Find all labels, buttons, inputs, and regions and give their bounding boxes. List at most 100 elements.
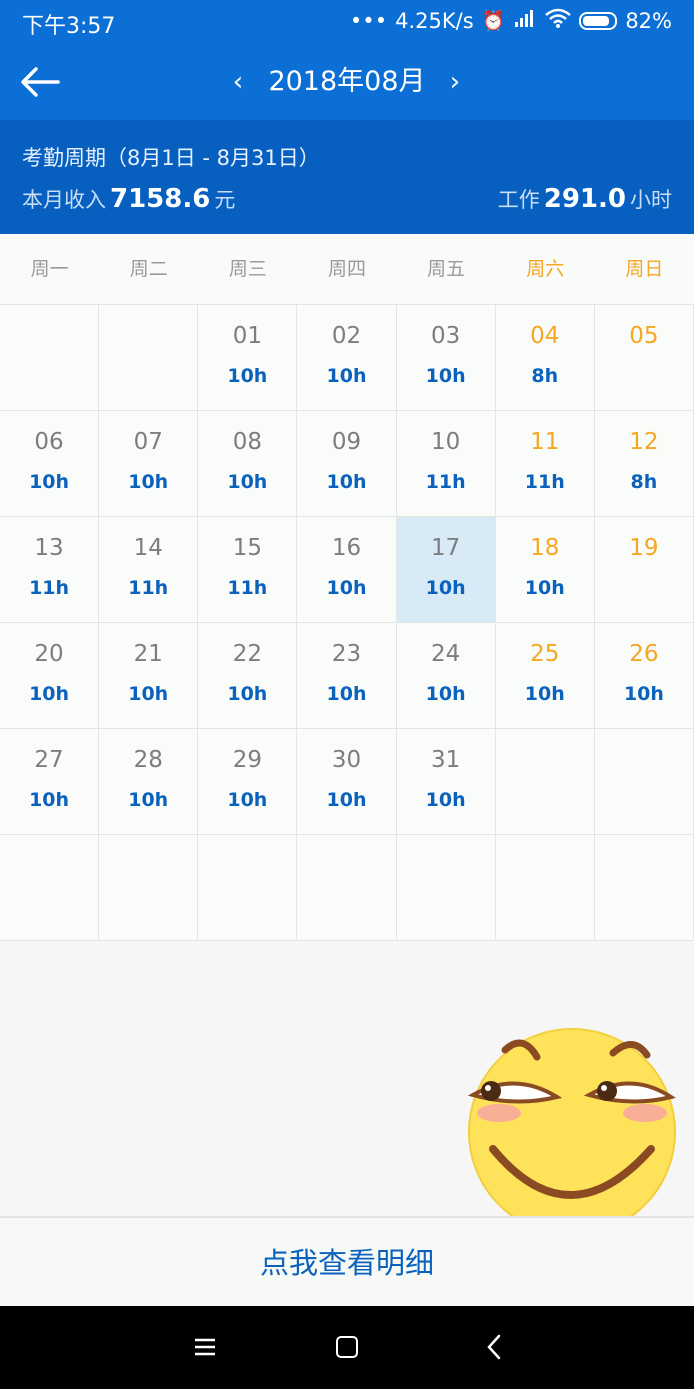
calendar-day-10[interactable]: 10 11h	[396, 411, 496, 517]
month-title: 2018年08月	[268, 66, 426, 97]
day-number: 08	[232, 429, 262, 455]
day-number: 16	[331, 535, 362, 561]
calendar-day-05[interactable]: 05	[594, 305, 694, 411]
calendar-day-23[interactable]: 23 10h	[297, 623, 397, 729]
weekday-label: 周日	[625, 258, 664, 280]
weekday-label: 周三	[228, 258, 267, 280]
calendar-day-28[interactable]: 28 10h	[99, 729, 199, 835]
status-dots: •••	[349, 8, 388, 33]
calendar-day-17[interactable]: 17 10h	[396, 517, 496, 623]
calendar-day-19[interactable]: 19	[594, 517, 694, 623]
income-unit: 元	[214, 188, 236, 212]
work-hours-label: 11h	[227, 577, 268, 599]
calendar-day-21[interactable]: 21 10h	[99, 623, 199, 729]
day-number: 28	[133, 747, 163, 773]
calendar-day-07[interactable]: 07 10h	[99, 411, 199, 517]
prev-month-button[interactable]: ‹	[223, 62, 253, 102]
calendar-day-11[interactable]: 11 11h	[495, 411, 595, 517]
day-number: 20	[34, 641, 64, 667]
wifi-icon	[545, 8, 572, 33]
day-number: 31	[430, 747, 461, 773]
calendar-day-04[interactable]: 04 8h	[495, 305, 595, 411]
work-hours-label: 10h	[29, 683, 70, 705]
app-bar: ‹ 2018年08月 ›	[0, 44, 694, 120]
calendar-empty-cell	[396, 835, 496, 941]
system-nav-bar	[0, 1306, 694, 1389]
calendar-day-09[interactable]: 09 10h	[297, 411, 397, 517]
calendar-empty-cell	[594, 729, 694, 835]
day-number: 23	[331, 641, 362, 667]
calendar-grid: 01 10h 02 10h 03 10h 04 8h 05 06 10h 07 10h 08 10h 09 10…	[0, 304, 694, 941]
calendar-day-20[interactable]: 20 10h	[0, 623, 100, 729]
day-number: 19	[629, 535, 659, 561]
work-hours-label: 10h	[425, 365, 466, 387]
income-value: 7158.6	[110, 184, 211, 214]
back-button[interactable]	[18, 60, 64, 104]
home-icon[interactable]	[336, 1336, 358, 1358]
calendar-day-16[interactable]: 16 10h	[297, 517, 397, 623]
calendar-day-26[interactable]: 26 10h	[594, 623, 694, 729]
calendar-day-12[interactable]: 12 8h	[594, 411, 694, 517]
day-number: 22	[232, 641, 262, 667]
calendar-day-13[interactable]: 13 11h	[0, 517, 100, 623]
calendar-day-01[interactable]: 01 10h	[198, 305, 298, 411]
work-hours-label: 10h	[326, 577, 367, 599]
work-label: 工作	[497, 188, 540, 212]
calendar-empty-cell	[297, 835, 397, 941]
weekday-label: 周一	[30, 258, 69, 280]
day-number: 15	[232, 535, 262, 561]
day-number: 14	[133, 535, 163, 561]
calendar-empty-cell	[99, 305, 199, 411]
view-details-button[interactable]: 点我查看明细	[0, 1216, 694, 1306]
work-hours-label: 10h	[326, 471, 367, 493]
work-hours-label: 10h	[425, 577, 466, 599]
work-hours-label: 11h	[128, 577, 169, 599]
calendar-empty-cell	[0, 305, 100, 411]
calendar-day-03[interactable]: 03 10h	[396, 305, 496, 411]
work-hours-label: 10h	[623, 683, 664, 705]
calendar-day-18[interactable]: 18 10h	[495, 517, 595, 623]
attendance-summary: 考勤周期（8月1日 - 8月31日） 本月收入 7158.6 元 工作 291.0 小时	[0, 120, 694, 234]
calendar-day-27[interactable]: 27 10h	[0, 729, 100, 835]
calendar-day-31[interactable]: 31 10h	[396, 729, 496, 835]
day-number: 05	[629, 323, 659, 349]
weekday-label: 周五	[427, 258, 466, 280]
day-number: 07	[133, 429, 163, 455]
smirk-emoji-icon[interactable]	[465, 1025, 680, 1240]
calendar-day-22[interactable]: 22 10h	[198, 623, 298, 729]
menu-icon[interactable]	[190, 1332, 220, 1362]
alarm-icon: ⏰	[481, 10, 506, 32]
status-right: ••• 4.25K/s ⏰ 82%	[350, 8, 672, 33]
calendar-empty-cell	[198, 835, 298, 941]
calendar-day-29[interactable]: 29 10h	[198, 729, 298, 835]
arrow-left-icon	[18, 60, 64, 104]
day-number: 25	[530, 641, 560, 667]
weekday-label: 周四	[327, 258, 366, 280]
work-hours-label: 8h	[630, 471, 658, 493]
work-hours-label: 8h	[531, 365, 559, 387]
calendar-day-30[interactable]: 30 10h	[297, 729, 397, 835]
work-hours-label: 10h	[128, 789, 169, 811]
work-unit: 小时	[630, 188, 672, 212]
work-hours-label: 10h	[326, 365, 367, 387]
status-time: 下午3:57	[22, 14, 116, 39]
calendar-day-06[interactable]: 06 10h	[0, 411, 100, 517]
day-number: 09	[331, 429, 362, 455]
calendar-day-24[interactable]: 24 10h	[396, 623, 496, 729]
calendar-day-02[interactable]: 02 10h	[297, 305, 397, 411]
day-number: 11	[530, 429, 560, 455]
work-hours-label: 10h	[29, 789, 70, 811]
calendar-day-08[interactable]: 08 10h	[198, 411, 298, 517]
next-month-button[interactable]: ›	[440, 62, 470, 102]
weekday-label: 周六	[526, 258, 565, 280]
work-hours-label: 11h	[425, 471, 466, 493]
day-number: 30	[331, 747, 362, 773]
calendar-day-25[interactable]: 25 10h	[495, 623, 595, 729]
calendar-day-14[interactable]: 14 11h	[99, 517, 199, 623]
calendar-day-15[interactable]: 15 11h	[198, 517, 298, 623]
work-hours-label: 10h	[29, 471, 70, 493]
back-icon[interactable]	[480, 1330, 508, 1364]
day-number: 10	[430, 429, 461, 455]
day-number: 04	[530, 323, 560, 349]
calendar-empty-cell	[495, 835, 595, 941]
